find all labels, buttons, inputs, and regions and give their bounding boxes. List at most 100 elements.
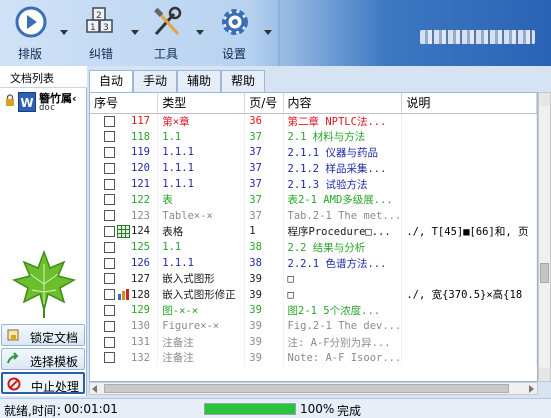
select-template-button[interactable]: 选择模板: [1, 348, 85, 370]
scroll-thumb[interactable]: [540, 263, 549, 283]
table-row[interactable]: 132 注备注 39 Note: A-F Isoor...: [90, 349, 537, 366]
tab-help[interactable]: 帮助: [221, 70, 265, 92]
row-number-cell: 124: [90, 223, 159, 240]
tools-icon: [154, 6, 182, 36]
typeset-button[interactable]: 排版: [4, 2, 68, 64]
table-row[interactable]: 124 表格 1 程序Procedure□... ./, T[45]■[66]和, 页: [90, 223, 537, 240]
chevron-down-icon[interactable]: [196, 30, 204, 35]
table-row[interactable]: 119 1.1.1 37 2.1.1 仪器与药品: [90, 144, 537, 161]
lock-document-label: 锁定文档: [30, 331, 79, 345]
row-content: 2.1.3 试验方法: [283, 176, 403, 192]
chevron-down-icon[interactable]: [264, 30, 272, 35]
row-checkbox[interactable]: [104, 352, 115, 364]
column-header-type[interactable]: 类型: [157, 93, 246, 114]
vertical-scrollbar[interactable]: [538, 92, 551, 382]
row-content: 表2-1 AMD多级展...: [283, 191, 403, 208]
row-page: 37: [244, 144, 284, 161]
table-row[interactable]: 128 嵌入式图形修正 39 □ ./, 宽{370.5}×高{18: [90, 286, 537, 303]
row-checkbox[interactable]: [104, 146, 115, 158]
proofread-button[interactable]: 1 3 2 纠错: [75, 2, 139, 64]
row-checkbox[interactable]: [104, 225, 115, 237]
column-header-page[interactable]: 页/号: [244, 93, 284, 114]
row-type: 表: [157, 191, 246, 208]
row-checkbox[interactable]: [104, 304, 115, 316]
table-row[interactable]: 126 1.1.1 38 2.2.1 色谱方法...: [90, 255, 537, 271]
table-row[interactable]: 131 注备注 39 注: A-F分别为异...: [90, 334, 537, 350]
row-description: [401, 239, 537, 256]
column-header-content[interactable]: 内容: [283, 93, 403, 114]
chevron-down-icon[interactable]: [60, 30, 68, 35]
horizontal-scrollbar[interactable]: [89, 382, 538, 395]
row-number: 125: [131, 241, 150, 254]
table-row[interactable]: 120 1.1.1 37 2.1.2 样品采集...: [90, 160, 537, 177]
table-row[interactable]: 117 第×章 36 第二章 NPTLC法...: [90, 113, 537, 129]
tab-assist[interactable]: 辅助: [177, 70, 221, 92]
row-number-cell: 118: [90, 128, 159, 145]
table-row[interactable]: 127 嵌入式图形 39 □: [90, 270, 537, 287]
tools-label: 工具: [153, 47, 178, 61]
column-header-description[interactable]: 说明: [401, 93, 537, 114]
row-number-cell: 127: [90, 270, 159, 287]
row-checkbox[interactable]: [104, 210, 115, 222]
table-row[interactable]: 129 图-×-× 39 图2-1 5个浓度...: [90, 302, 537, 319]
tab-auto[interactable]: 自动: [89, 70, 133, 93]
row-checkbox[interactable]: [104, 178, 115, 190]
tools-button[interactable]: 工具: [140, 2, 204, 64]
lock-document-button[interactable]: 锁定文档: [1, 324, 85, 346]
scroll-left-arrow[interactable]: [92, 385, 97, 393]
row-page: 37: [244, 160, 284, 177]
scroll-thumb-horizontal[interactable]: [104, 384, 509, 393]
scroll-up-arrow[interactable]: [539, 93, 550, 106]
ribbon-divider: [278, 0, 280, 66]
row-checkbox[interactable]: [104, 241, 115, 253]
document-list-item[interactable]: W 簪竹属‹ doc: [3, 90, 85, 116]
row-type: 注备注: [157, 334, 246, 350]
row-checkbox[interactable]: [104, 162, 115, 174]
row-page: 1: [244, 223, 284, 240]
row-number: 118: [131, 130, 150, 143]
row-type: 表格: [157, 223, 246, 240]
row-number: 122: [131, 193, 150, 206]
row-checkbox[interactable]: [104, 336, 115, 348]
row-number-cell: 129: [90, 302, 159, 319]
row-description: [401, 207, 537, 224]
row-content: Tab.2-1 The met...: [283, 207, 403, 224]
row-description: [401, 334, 537, 350]
row-checkbox[interactable]: [104, 320, 115, 332]
row-content: 图2-1 5个浓度...: [283, 302, 403, 319]
row-page: 37: [244, 176, 284, 192]
table-row[interactable]: 121 1.1.1 37 2.1.3 试验方法: [90, 176, 537, 192]
settings-label: 设置: [221, 47, 246, 61]
row-number: 128: [131, 288, 150, 301]
row-type: 1.1: [157, 239, 246, 256]
table-row[interactable]: 118 1.1 37 2.1 材料与方法: [90, 128, 537, 145]
stop-processing-button[interactable]: 中止处理: [1, 372, 85, 394]
tab-manual[interactable]: 手动: [133, 70, 177, 92]
progress-status: 完成: [337, 404, 362, 418]
row-checkbox[interactable]: [104, 194, 115, 206]
gear-icon: [222, 9, 248, 35]
table-row[interactable]: 122 表 37 表2-1 AMD多级展...: [90, 191, 537, 208]
row-type: 1.1.1: [157, 255, 246, 271]
row-content: Fig.2-1 The dev...: [283, 318, 403, 335]
row-number: 123: [131, 209, 150, 222]
table-row[interactable]: 130 Figure×-× 39 Fig.2-1 The dev...: [90, 318, 537, 335]
row-checkbox[interactable]: [104, 257, 115, 269]
row-checkbox[interactable]: [104, 289, 115, 301]
table-row[interactable]: 125 1.1 38 2.2 结果与分析: [90, 239, 537, 256]
row-checkbox[interactable]: [104, 115, 115, 127]
row-description: [401, 144, 537, 161]
settings-button[interactable]: 设置: [208, 2, 272, 64]
typeset-label: 排版: [17, 47, 42, 61]
chevron-down-icon[interactable]: [131, 30, 139, 35]
row-number-cell: 117: [90, 113, 159, 129]
scroll-right-arrow[interactable]: [529, 385, 534, 393]
lock-doc-icon: [7, 329, 19, 341]
row-checkbox[interactable]: [104, 131, 115, 143]
column-header-number[interactable]: 序号: [90, 93, 159, 114]
row-number: 127: [131, 272, 150, 285]
row-description: [401, 128, 537, 145]
scroll-down-arrow[interactable]: [539, 368, 550, 381]
table-row[interactable]: 123 Table×-× 37 Tab.2-1 The met...: [90, 207, 537, 224]
row-checkbox[interactable]: [104, 273, 115, 285]
